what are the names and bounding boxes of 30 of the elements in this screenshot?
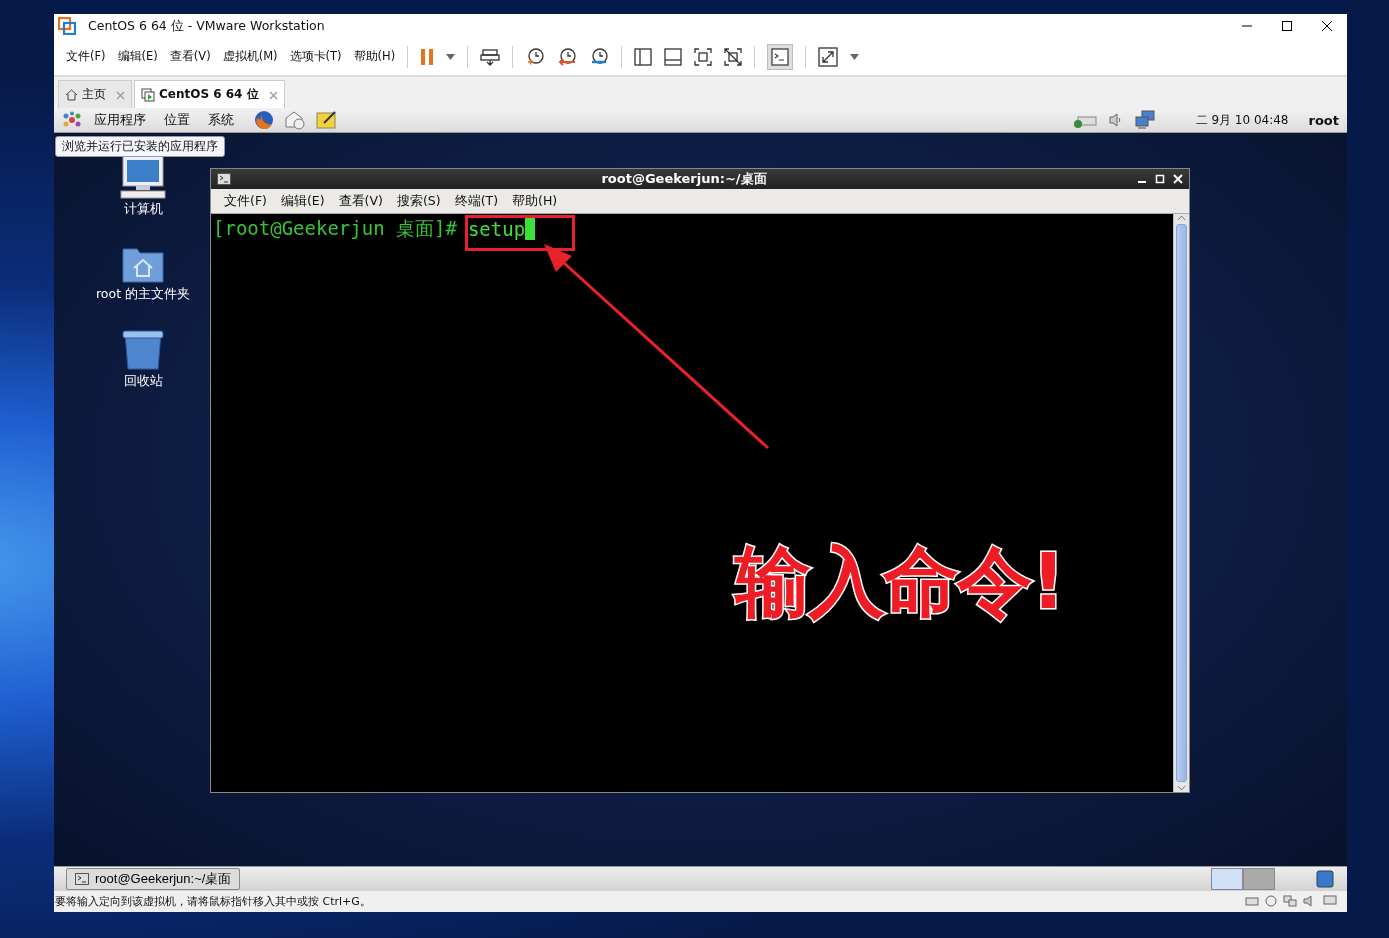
menu-item[interactable]: 帮助(H)	[505, 192, 565, 210]
menu-item[interactable]: 选项卡(T)	[283, 45, 348, 68]
menu-item[interactable]: 文件(F)	[217, 192, 274, 210]
menu-item[interactable]: 查看(V)	[163, 45, 217, 68]
menu-item[interactable]: 帮助(H)	[347, 45, 402, 68]
terminal-title: root@Geekerjun:~/桌面	[600, 170, 768, 188]
panel-menu[interactable]: 系统	[206, 111, 236, 129]
menu-item[interactable]: 编辑(E)	[111, 45, 164, 68]
tab[interactable]: 主页	[58, 80, 132, 108]
panel-menu[interactable]: 位置	[162, 111, 192, 129]
tooltip: 浏览并运行已安装的应用程序	[55, 136, 225, 157]
menu-item[interactable]: 虚拟机(M)	[216, 45, 284, 68]
desktop-icon-label[interactable]: 计算机	[123, 201, 163, 218]
window-title: CentOS 6 64 位 - VMware Workstation	[88, 17, 326, 35]
menu-item[interactable]: 搜索(S)	[389, 192, 448, 210]
annotation-text: 输入命令!	[735, 536, 1064, 628]
desktop-icon-label[interactable]: root 的主文件夹	[95, 286, 190, 303]
desktop-icon-label[interactable]: 回收站	[123, 373, 163, 390]
status-message: 要将输入定向到该虚拟机，请将鼠标指针移入其中或按 Ctrl+G。	[55, 893, 372, 909]
tab[interactable]: CentOS 6 64 位	[134, 80, 285, 108]
menu-item[interactable]: 终端(T)	[447, 192, 505, 210]
shell-prompt: [root@Geekerjun 桌面]#	[213, 216, 457, 241]
menu-item[interactable]: 文件(F)	[60, 45, 112, 68]
clock[interactable]: 二 9月 10 04:48	[1195, 111, 1289, 129]
menu-item[interactable]: 编辑(E)	[273, 192, 332, 210]
user-name[interactable]: root	[1308, 112, 1339, 128]
panel-menu[interactable]: 应用程序	[92, 111, 148, 129]
menu-item[interactable]: 查看(V)	[331, 192, 390, 210]
command-text: setup	[467, 218, 526, 240]
taskbar-window-button[interactable]: root@Geekerjun:~/桌面	[66, 868, 241, 890]
